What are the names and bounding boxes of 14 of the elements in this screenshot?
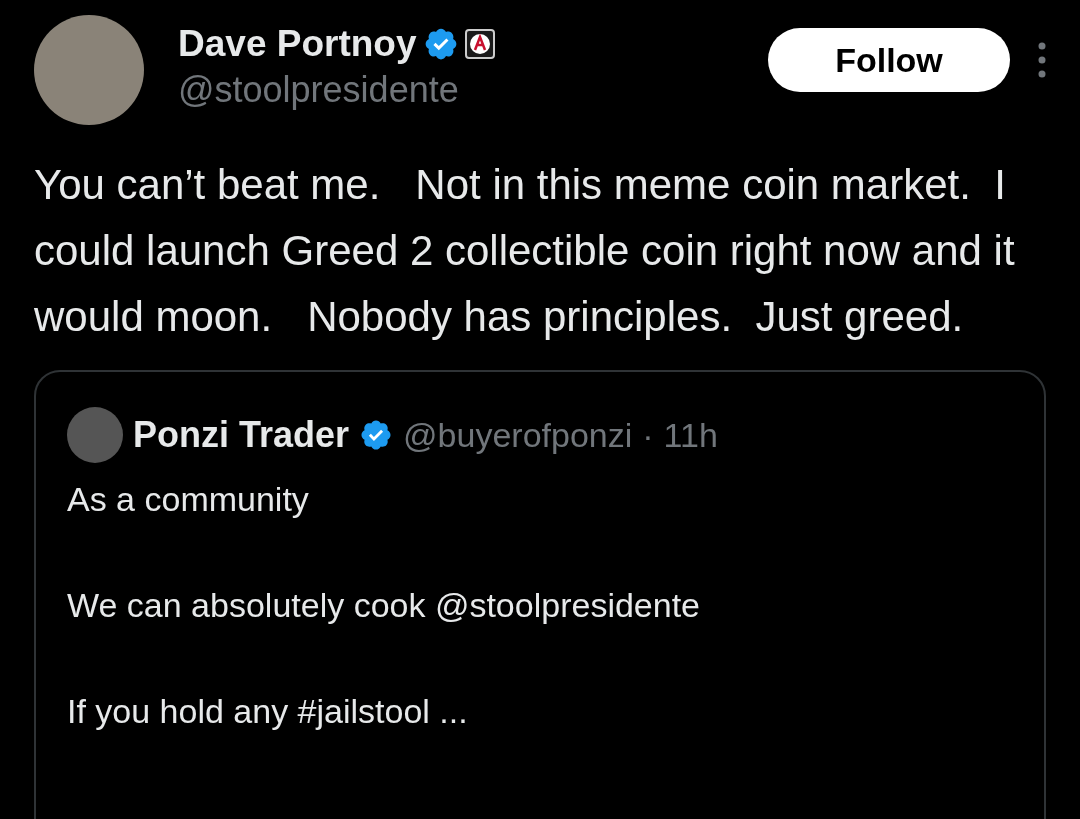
- quoted-avatar-photo-placeholder: [67, 407, 123, 463]
- quoted-tweet-card[interactable]: Ponzi Trader @buyerofponzi · 11h As a community We can absolutely cook @stoolpresidente If you hold any #jailstool ...: [34, 370, 1046, 819]
- quoted-text: We can absolutely cook @stoolpresidente: [67, 585, 702, 626]
- quoted-author-name: Ponzi Trader: [133, 413, 350, 457]
- separator-dot: ·: [642, 414, 654, 456]
- quoted-author-handle: @buyerofponzi: [403, 414, 633, 456]
- author-name[interactable]: Dave Portnoy: [178, 21, 417, 67]
- quoted-text: As a community: [67, 479, 310, 520]
- timestamp: 11h: [663, 414, 718, 456]
- tweet-text: You can’t beat me. Not in this meme coin market. I could launch Greed 2 collectible coin right now and it would moon. Nobody has principles. Just greed.: [34, 160, 1016, 342]
- follow-button[interactable]: Follow: [768, 28, 1010, 92]
- more-options-icon[interactable]: [1038, 40, 1046, 80]
- quoted-text: If you hold any #jailstool ...: [67, 691, 469, 732]
- author-handle[interactable]: @stoolpresidente: [178, 67, 495, 113]
